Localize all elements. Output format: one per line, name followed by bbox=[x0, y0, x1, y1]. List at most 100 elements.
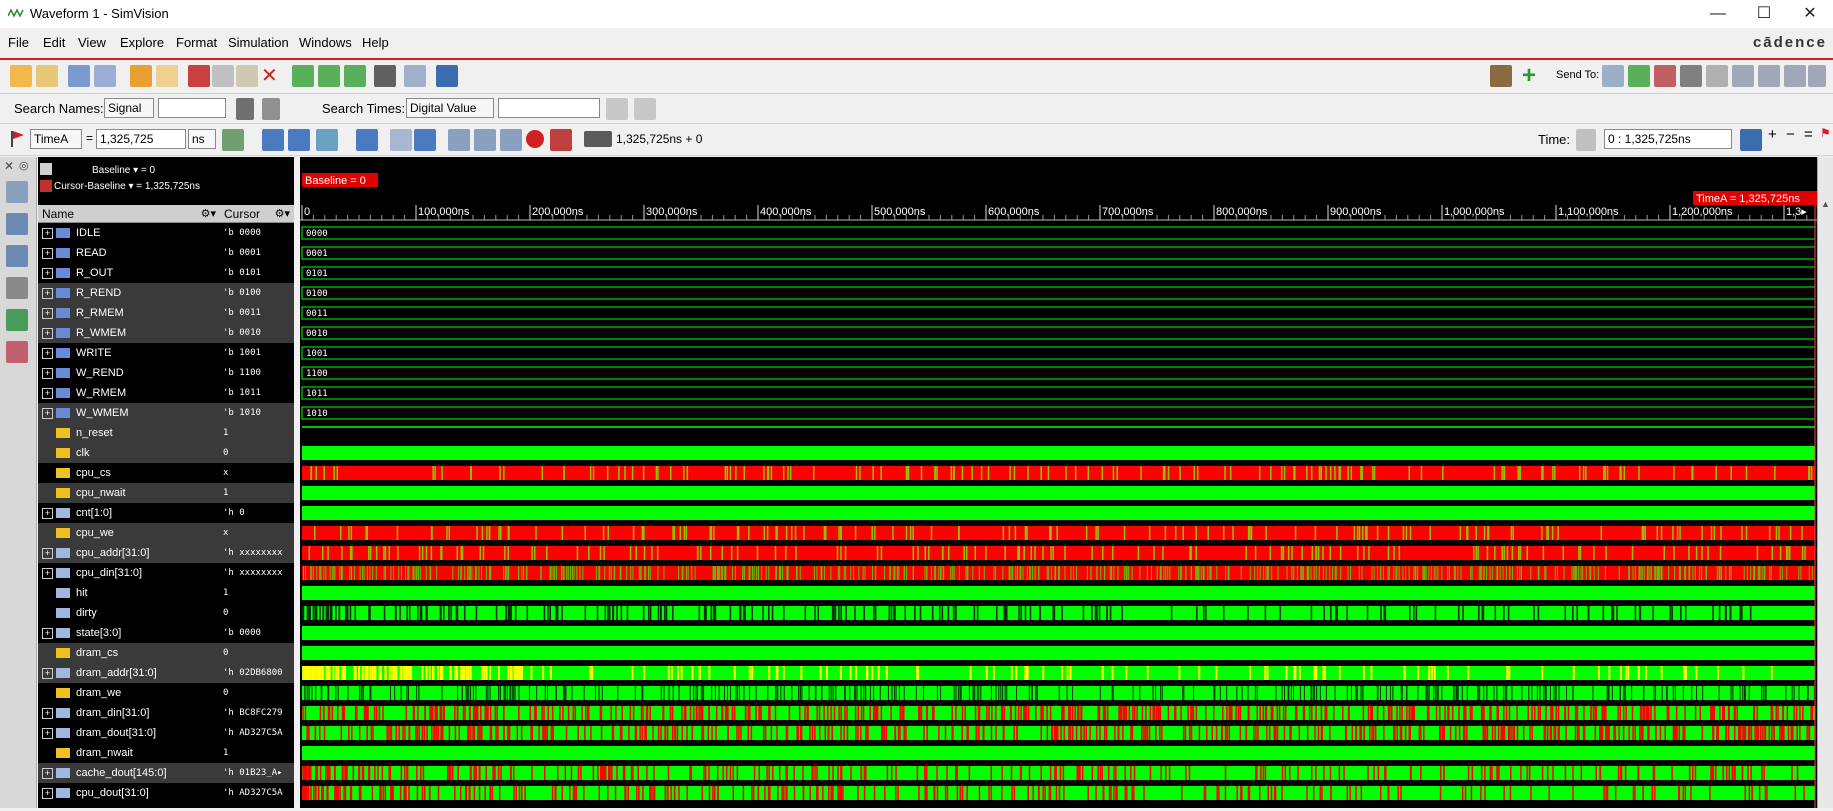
send-more-icon[interactable] bbox=[1808, 65, 1826, 87]
search-times-input[interactable] bbox=[498, 98, 600, 118]
edge-search-icon[interactable] bbox=[316, 129, 338, 151]
expand-toggle-icon[interactable]: + bbox=[42, 507, 53, 519]
expand-toggle-icon[interactable]: + bbox=[42, 407, 53, 419]
open-db-icon[interactable] bbox=[36, 65, 58, 87]
cursor-value[interactable]: 1 bbox=[220, 483, 294, 503]
cursor-value[interactable]: 'b 0101 bbox=[220, 263, 294, 283]
menu-windows[interactable]: Windows bbox=[299, 35, 352, 50]
cursor-value[interactable]: 'b 1001 bbox=[220, 343, 294, 363]
marker-icon[interactable] bbox=[6, 309, 28, 331]
breakpoint-icon[interactable] bbox=[526, 130, 544, 148]
cursor-value[interactable]: x bbox=[220, 463, 294, 483]
name-column-header[interactable]: Name ⚙▾ bbox=[38, 205, 220, 223]
undo-icon[interactable] bbox=[130, 65, 152, 87]
cursor-value[interactable]: 'h xxxxxxxx bbox=[220, 563, 294, 583]
cursor-value[interactable]: 'h xxxxxxxx bbox=[220, 543, 294, 563]
signal-row[interactable]: + cpu_din[31:0] bbox=[38, 563, 220, 583]
menu-file[interactable]: File bbox=[8, 35, 29, 50]
signal-row[interactable]: + dram_addr[31:0] bbox=[38, 663, 220, 683]
signal-row[interactable]: + WRITE bbox=[38, 343, 220, 363]
signal-row[interactable]: +dram_nwait bbox=[38, 743, 220, 763]
expand-icon[interactable]: ◎ bbox=[19, 159, 29, 172]
expand-toggle-icon[interactable]: + bbox=[42, 627, 53, 639]
signal-row[interactable]: + dram_dout[31:0] bbox=[38, 723, 220, 743]
signal-row[interactable]: +hit bbox=[38, 583, 220, 603]
signal-row[interactable]: +cpu_we bbox=[38, 523, 220, 543]
signals-icon[interactable] bbox=[6, 245, 28, 267]
search-prev-icon[interactable] bbox=[606, 98, 628, 120]
expand-toggle-icon[interactable]: + bbox=[42, 667, 53, 679]
signal-row[interactable]: + cnt[1:0] bbox=[38, 503, 220, 523]
create-group-icon[interactable] bbox=[318, 65, 340, 87]
time-range-icon[interactable] bbox=[1576, 129, 1596, 151]
expand-toggle-icon[interactable]: + bbox=[42, 367, 53, 379]
cursor-value[interactable]: 0 bbox=[220, 603, 294, 623]
prev-edge-icon[interactable] bbox=[262, 129, 284, 151]
cursor-gear-icon[interactable]: ⚙▾ bbox=[275, 205, 290, 223]
package-icon[interactable] bbox=[1490, 65, 1512, 87]
search-next-icon[interactable] bbox=[634, 98, 656, 120]
menu-edit[interactable]: Edit bbox=[43, 35, 65, 50]
expand-toggle-icon[interactable]: + bbox=[42, 307, 53, 319]
expand-toggle-icon[interactable]: + bbox=[42, 787, 53, 799]
menu-format[interactable]: Format bbox=[176, 35, 217, 50]
baseline-label[interactable]: Baseline ▾ = 0 bbox=[92, 165, 155, 176]
signal-row[interactable]: + dram_din[31:0] bbox=[38, 703, 220, 723]
expand-toggle-icon[interactable]: + bbox=[42, 267, 53, 279]
paste-icon[interactable] bbox=[236, 65, 258, 87]
send-schematic-icon[interactable] bbox=[1680, 65, 1702, 87]
signal-row[interactable]: + IDLE bbox=[38, 223, 220, 243]
signal-row[interactable]: +cpu_cs bbox=[38, 463, 220, 483]
cursor-value[interactable]: 'h 0 bbox=[220, 503, 294, 523]
search-names-type-select[interactable]: Signal bbox=[104, 98, 154, 118]
snap-icon[interactable] bbox=[222, 129, 244, 151]
send-memory-icon[interactable] bbox=[1732, 65, 1754, 87]
signal-row[interactable]: +dram_we bbox=[38, 683, 220, 703]
zoom-in-icon[interactable]: + bbox=[1768, 126, 1777, 143]
cursor-value[interactable]: 'b 0000 bbox=[220, 623, 294, 643]
menu-view[interactable]: View bbox=[78, 35, 106, 50]
signal-row[interactable]: + cpu_addr[31:0] bbox=[38, 543, 220, 563]
cut-icon[interactable] bbox=[188, 65, 210, 87]
minimize-button[interactable]: — bbox=[1695, 0, 1741, 28]
menu-explore[interactable]: Explore bbox=[120, 35, 164, 50]
cursor-value[interactable]: 'h AD327C5A bbox=[220, 723, 294, 743]
table-icon[interactable] bbox=[404, 65, 426, 87]
time-units-select[interactable]: ns bbox=[188, 129, 216, 149]
find-icon[interactable] bbox=[374, 65, 396, 87]
save-icon[interactable] bbox=[68, 65, 90, 87]
signal-row[interactable]: +n_reset bbox=[38, 423, 220, 443]
step-out-icon[interactable] bbox=[500, 129, 522, 151]
vertical-scrollbar[interactable]: ▲ bbox=[1817, 157, 1833, 808]
cursor-value[interactable]: 1 bbox=[220, 743, 294, 763]
cursor-value[interactable]: 'b 0001 bbox=[220, 243, 294, 263]
add-icon[interactable]: + bbox=[1522, 62, 1536, 90]
cursor-value[interactable]: 'b 0010 bbox=[220, 323, 294, 343]
signal-row[interactable]: +dram_cs bbox=[38, 643, 220, 663]
signal-row[interactable]: +cpu_nwait bbox=[38, 483, 220, 503]
run-icon[interactable] bbox=[356, 129, 378, 151]
cursor-value[interactable]: 'h AD327C5A bbox=[220, 783, 294, 803]
expand-toggle-icon[interactable]: + bbox=[42, 227, 53, 239]
expand-toggle-icon[interactable]: + bbox=[42, 567, 53, 579]
search-names-input[interactable] bbox=[158, 98, 226, 118]
zoom-fit-icon[interactable]: = bbox=[1804, 126, 1813, 143]
cursor-baseline-label[interactable]: Cursor-Baseline ▾ = 1,325,725ns bbox=[54, 181, 200, 192]
screenshot-icon[interactable] bbox=[436, 65, 458, 87]
cursor-time-input[interactable]: 1,325,725 bbox=[96, 129, 186, 149]
cursor-value[interactable]: 0 bbox=[220, 643, 294, 663]
compare-icon[interactable] bbox=[6, 341, 28, 363]
zoom-cursor-icon[interactable]: ⚑ bbox=[1820, 126, 1831, 140]
send-browser-icon[interactable] bbox=[1602, 65, 1624, 87]
menu-simulation[interactable]: Simulation bbox=[228, 35, 289, 50]
cursor-value[interactable]: 0 bbox=[220, 683, 294, 703]
send-waveform-icon[interactable] bbox=[1628, 65, 1650, 87]
cursor-value[interactable]: 'b 0100 bbox=[220, 283, 294, 303]
step-into-icon[interactable] bbox=[474, 129, 496, 151]
expand-toggle-icon[interactable]: + bbox=[42, 727, 53, 739]
hierarchy-icon[interactable] bbox=[6, 213, 28, 235]
signal-row[interactable]: + state[3:0] bbox=[38, 623, 220, 643]
signal-row[interactable]: + R_WMEM bbox=[38, 323, 220, 343]
zoom-icon[interactable] bbox=[1740, 129, 1762, 151]
create-bus-icon[interactable] bbox=[292, 65, 314, 87]
